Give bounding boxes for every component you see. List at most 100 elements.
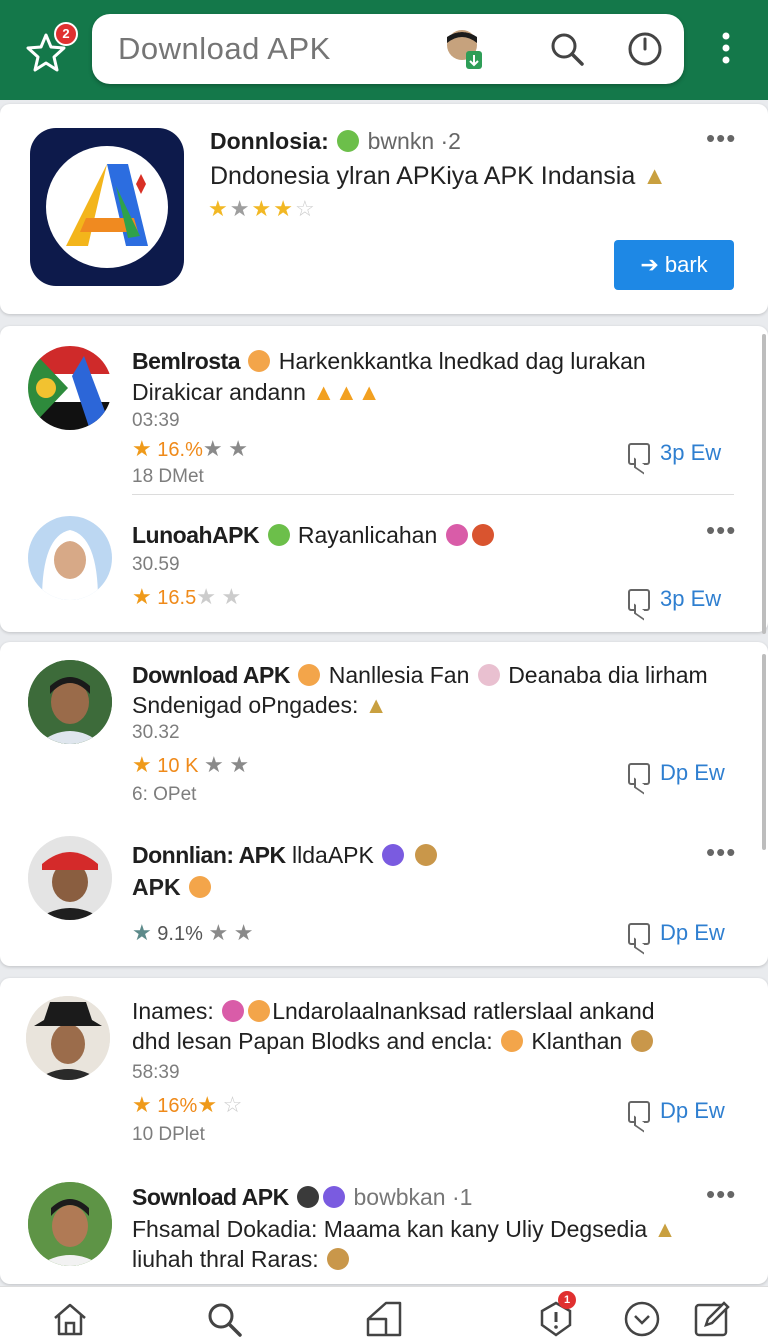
person-avatar <box>28 660 112 744</box>
list-item-rating: ★ 16.5★ ★ <box>132 584 242 609</box>
list-item-rating: ★ 16%★ ☆ <box>132 1092 243 1117</box>
star-icon: ☆ <box>222 1092 243 1117</box>
app-logo-icon <box>66 164 148 246</box>
list-item-action[interactable]: Dp Ew <box>628 760 725 786</box>
list-item-action[interactable]: Dp Ew <box>628 920 725 946</box>
download-icon[interactable] <box>622 1299 662 1339</box>
emoji-icon <box>297 1186 320 1208</box>
avatar[interactable] <box>28 1182 112 1266</box>
search-icon[interactable] <box>548 30 586 68</box>
star-icon: ★ <box>132 436 152 461</box>
person-avatar <box>26 996 110 1080</box>
avatar[interactable] <box>28 346 112 430</box>
star-icon: ★ <box>132 920 152 945</box>
emoji-icon <box>382 844 405 866</box>
featured-action-button[interactable]: ➔ bark <box>614 240 734 290</box>
featured-title: Donnlosia: bwnkn ·2 <box>210 128 461 155</box>
search-icon[interactable] <box>204 1299 244 1339</box>
list-item-meta: 10 DPlet <box>132 1124 205 1145</box>
notification-badge: 1 <box>558 1291 576 1309</box>
list-item-subtitle: Dirakicar andann ▲▲▲ <box>132 379 381 405</box>
list-item-subtitle: Sndenigad oPngades: ▲ <box>132 692 388 718</box>
emoji-icon <box>327 1248 350 1270</box>
scrollbar[interactable] <box>762 334 766 634</box>
emoji-icon <box>501 1030 523 1052</box>
featured-app-icon[interactable] <box>30 128 184 286</box>
star-filled-icon: ★ <box>229 196 252 221</box>
emoji-icon <box>477 664 500 686</box>
list-item-more-button[interactable]: ••• <box>706 517 736 543</box>
person-avatar <box>28 836 112 920</box>
star-filled-icon: ★ <box>273 196 295 221</box>
person-avatar <box>28 1182 112 1266</box>
list-item-action[interactable]: 3p Ew <box>628 586 721 612</box>
list-item-time: 30.59 <box>132 554 180 575</box>
emoji-icon <box>188 876 211 898</box>
emoji-icon <box>414 844 437 866</box>
list-item-meta: 18 DMet <box>132 466 204 487</box>
star-icon: ★ <box>229 752 250 777</box>
list-card <box>0 642 768 966</box>
list-item-subtitle: APK <box>132 874 213 901</box>
list-item-title[interactable]: LunoahAPK Rayanlicahan <box>132 520 722 550</box>
emoji-icon <box>323 1186 346 1208</box>
avatar[interactable] <box>28 516 112 600</box>
wizard-hat-icon: ▲ <box>653 1216 677 1242</box>
emoji-icon <box>267 524 290 546</box>
wizard-hat-icon: ▲ <box>364 692 388 718</box>
emoji-icon <box>248 350 271 372</box>
favorites-button[interactable]: 2 <box>22 22 78 74</box>
list-item-rating: ★ 9.1% ★ ★ <box>132 920 254 945</box>
list-item-title[interactable]: Inames: Lndarolaalnanksad ratlerslaal an… <box>132 996 722 1026</box>
list-item-time: 30.32 <box>132 722 180 743</box>
emoji-icon <box>248 1000 271 1022</box>
featured-rating: ★★★★☆ <box>208 196 317 222</box>
comment-icon <box>628 589 650 612</box>
list-item-title[interactable]: Bemlrosta Harkenkkantka lnedkad dag lura… <box>132 346 722 376</box>
list-item-meta: 6: OPet <box>132 784 197 805</box>
list-item-more-button[interactable]: ••• <box>706 1181 736 1207</box>
more-vert-icon[interactable] <box>716 30 736 70</box>
list-item-time: 58:39 <box>132 1062 180 1083</box>
emoji-icon <box>298 664 321 686</box>
bottom-navigation: 1 <box>0 1286 768 1344</box>
list-item-action[interactable]: Dp Ew <box>628 1098 725 1124</box>
star-icon: ★ <box>132 752 152 777</box>
list-item-action[interactable]: 3p Ew <box>628 440 721 466</box>
favorites-badge: 2 <box>54 22 78 46</box>
search-bar[interactable]: Download APK <box>92 14 684 84</box>
app-header: 2 Download APK <box>0 0 768 100</box>
featured-author: bwnkn ·2 <box>367 128 461 154</box>
scrollbar[interactable] <box>762 654 766 850</box>
star-icon: ★ <box>202 436 223 461</box>
list-item-subtitle: dhd lesan Papan Blodks and encla: Klanth… <box>132 1028 655 1055</box>
emoji-icon: ▲▲▲ <box>312 379 381 405</box>
avatar[interactable] <box>28 836 112 920</box>
list-item-rating: ★ 10 K ★ ★ <box>132 752 250 777</box>
avatar[interactable] <box>26 996 110 1080</box>
notifications-button[interactable]: 1 <box>536 1291 576 1339</box>
home-icon[interactable] <box>50 1299 90 1339</box>
avatar[interactable] <box>28 660 112 744</box>
list-item-title[interactable]: Donnlian: APK lldaAPK <box>132 840 722 870</box>
list-item-time: 03:39 <box>132 410 180 431</box>
emoji-icon <box>222 1000 245 1022</box>
comment-icon <box>628 1101 650 1124</box>
star-icon: ★ <box>228 436 248 461</box>
search-input[interactable]: Download APK <box>118 14 331 84</box>
person-avatar <box>42 530 98 600</box>
edit-icon[interactable] <box>692 1299 732 1339</box>
user-avatar[interactable] <box>444 27 484 71</box>
clock-icon[interactable] <box>626 30 664 68</box>
star-empty-icon: ☆ <box>294 196 317 221</box>
list-item-more-button[interactable]: ••• <box>706 839 736 865</box>
featured-more-button[interactable]: ••• <box>706 125 736 151</box>
star-icon: ★ <box>221 584 242 609</box>
apps-icon[interactable] <box>364 1299 404 1339</box>
star-icon: ★ <box>208 920 229 945</box>
list-item-title[interactable]: Download APK Nanllesia Fan Deanaba dia l… <box>132 660 722 690</box>
list-item-title[interactable]: Sownload APK bowbkan ·1 <box>132 1182 722 1212</box>
flag-avatar <box>28 346 112 430</box>
wizard-hat-icon: ▲ <box>642 162 667 190</box>
star-icon: ★ <box>196 584 216 609</box>
